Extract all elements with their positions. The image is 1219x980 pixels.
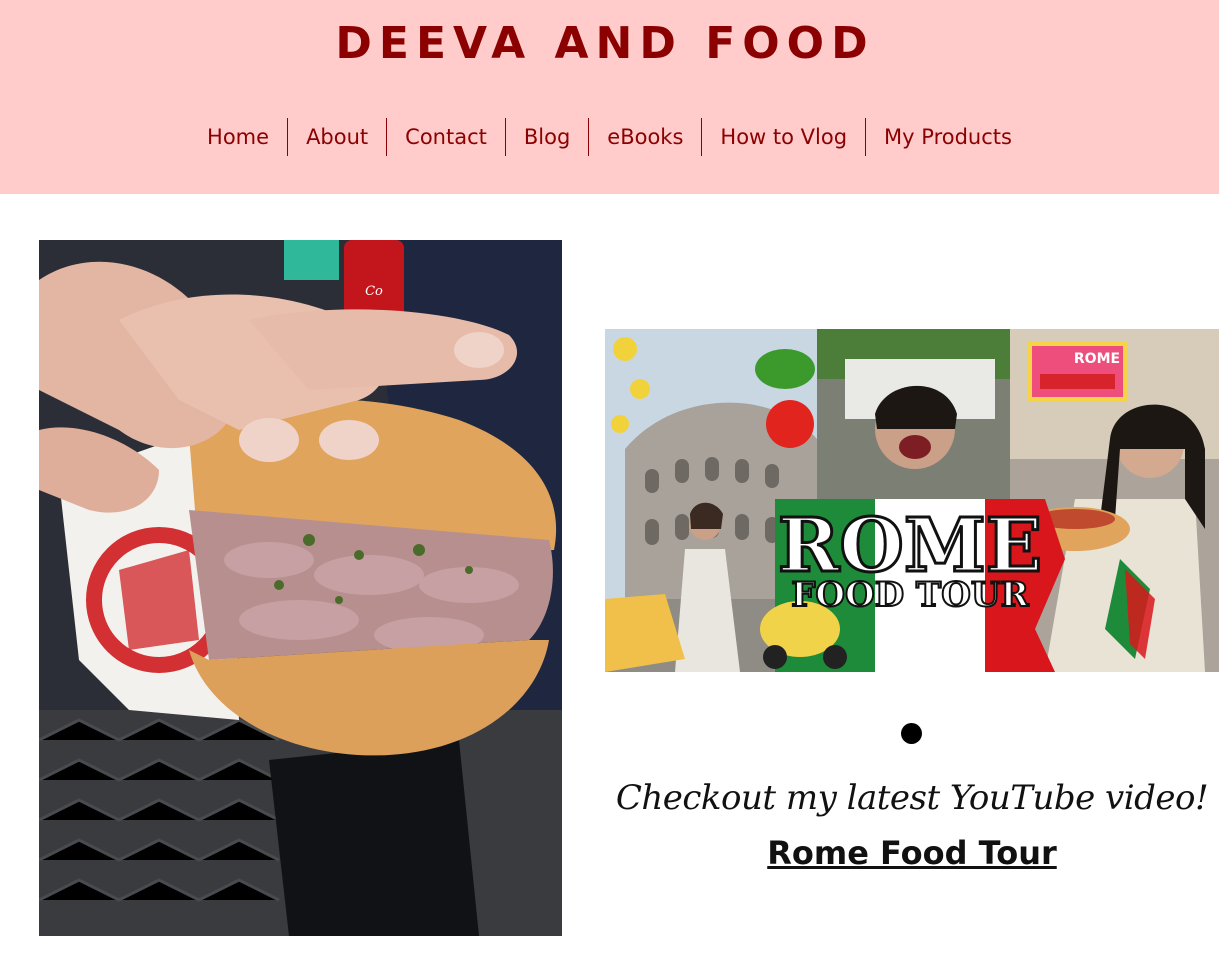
youtube-video-thumbnail[interactable]: ROME ROME FOOD TOUR xyxy=(605,329,1219,672)
nav-about[interactable]: About xyxy=(287,118,386,156)
nav-contact[interactable]: Contact xyxy=(386,118,505,156)
nav-my-products[interactable]: My Products xyxy=(865,118,1030,156)
sandwich-photo: Co xyxy=(39,240,562,936)
rome-food-tour-link[interactable]: Rome Food Tour xyxy=(605,834,1219,872)
thumbnail-subtitle: FOOD TOUR xyxy=(791,575,1029,615)
nav-blog[interactable]: Blog xyxy=(504,118,588,156)
rome-food-tour-thumbnail: ROME ROME FOOD TOUR xyxy=(605,329,1219,672)
stamp-text: ROME xyxy=(1074,351,1120,367)
youtube-callout-text: Checkout my latest YouTube video! xyxy=(615,778,1209,818)
svg-text:Co: Co xyxy=(365,284,383,299)
carousel-dot[interactable] xyxy=(901,723,922,744)
nav-home[interactable]: Home xyxy=(189,118,287,156)
main-nav: Home About Contact Blog eBooks How to Vl… xyxy=(0,118,1219,156)
site-title[interactable]: DEEVA AND FOOD xyxy=(0,18,1210,69)
nav-ebooks[interactable]: eBooks xyxy=(588,118,701,156)
sandwich-image: Co xyxy=(39,240,562,936)
nav-how-to-vlog[interactable]: How to Vlog xyxy=(701,118,865,156)
site-header: DEEVA AND FOOD Home About Contact Blog e… xyxy=(0,0,1219,194)
